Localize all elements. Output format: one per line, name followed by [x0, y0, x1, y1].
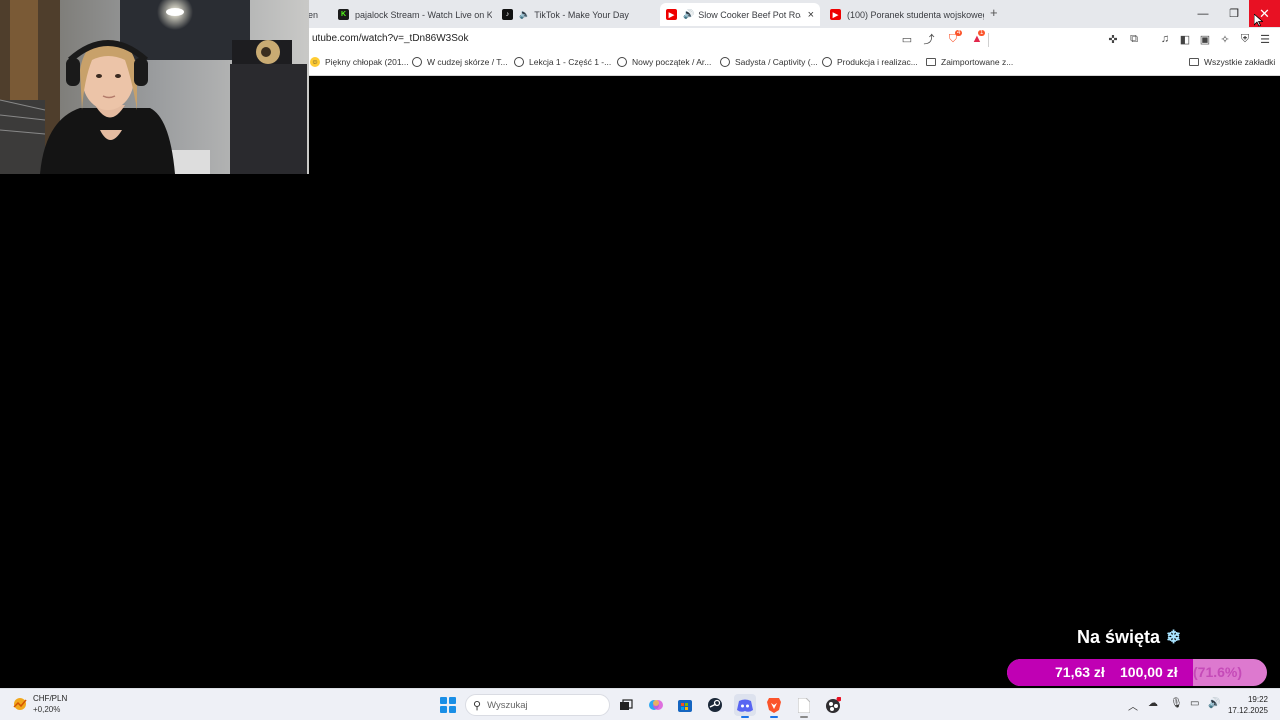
wallet-icon[interactable]: ▣	[1198, 32, 1212, 46]
bookmark-folder[interactable]: Zaimportowane z...	[926, 57, 1013, 67]
brave-browser-icon[interactable]	[763, 694, 785, 718]
extensions-icon[interactable]: ✜	[1106, 32, 1120, 46]
globe-icon	[514, 57, 524, 67]
globe-icon	[822, 57, 832, 67]
streamer-webcam-image	[0, 0, 309, 174]
task-view-icon[interactable]	[615, 694, 637, 716]
globe-icon	[412, 57, 422, 67]
taskbar-search[interactable]: ⚲ Wyszukaj	[465, 694, 610, 716]
webcam-overlay	[0, 0, 309, 174]
tab-youtube-active[interactable]: ▶ 🔊 Slow Cooker Beef Pot Roast R ×	[660, 3, 820, 26]
windows-taskbar: CHF/PLN +0,20% ⚲ Wyszukaj ︿ ☁ 🎙 ▭ 🔊 19:2…	[0, 688, 1280, 720]
search-icon: ⚲	[473, 699, 482, 712]
tab-youtube[interactable]: ▶ (100) Poranek studenta wojskowego	[824, 3, 984, 26]
bookmark-item[interactable]: Produkcja i realizac...	[822, 57, 918, 67]
tab-kick[interactable]: K pajalock Stream - Watch Live on Kick	[332, 3, 492, 26]
bookmark-item[interactable]: Sadysta / Captivity (...	[720, 57, 818, 67]
microphone-icon[interactable]: 🎙	[1170, 698, 1183, 709]
toolbar-separator	[988, 33, 989, 47]
audio-icon: 🔈	[519, 9, 531, 19]
kick-icon: K	[338, 9, 349, 20]
new-tab-button[interactable]: +	[990, 5, 998, 20]
close-tab-icon[interactable]: ×	[808, 9, 814, 21]
start-button[interactable]	[440, 697, 456, 713]
steam-icon[interactable]	[704, 694, 726, 716]
clock-date: 17.12.2025	[1227, 706, 1268, 715]
file-icon[interactable]	[793, 694, 815, 718]
taskbar-clock[interactable]: 19:22 17.12.2025	[1226, 694, 1268, 716]
youtube-icon: ▶	[830, 9, 841, 20]
screenshot-icon[interactable]: ⧉	[1127, 32, 1141, 46]
chevron-up-icon[interactable]: ︿	[1128, 698, 1138, 713]
donation-goal-title: Na święta ❄	[1077, 627, 1182, 647]
goal-target: 100,00 zł	[1120, 664, 1178, 680]
copilot-icon[interactable]	[645, 694, 667, 716]
mouse-cursor-icon	[1254, 14, 1263, 27]
bookmark-item[interactable]: Lekcja 1 - Część 1 -...	[514, 57, 611, 67]
store-icon[interactable]	[674, 694, 696, 716]
tab-tiktok[interactable]: ♪ 🔈 TikTok - Make Your Day	[496, 3, 656, 26]
volume-icon[interactable]: 🔊	[1208, 698, 1220, 709]
goal-current: 71,63 zł	[1055, 664, 1105, 680]
media-icon[interactable]: ♫	[1158, 32, 1172, 46]
youtube-icon: ▶	[666, 9, 677, 20]
clock-time: 19:22	[1247, 695, 1268, 704]
onedrive-icon[interactable]: ☁	[1148, 698, 1158, 709]
minimize-button[interactable]: —	[1186, 0, 1220, 27]
cast-icon[interactable]: ▭	[900, 32, 914, 46]
share-icon[interactable]: ⤴	[922, 32, 936, 46]
widget-currency-change: +0,20%	[33, 705, 61, 714]
all-bookmarks-folder[interactable]: Wszystkie zakładki	[1189, 57, 1275, 67]
vpn-icon[interactable]: ⛨	[1238, 32, 1252, 46]
globe-icon	[617, 57, 627, 67]
goal-percent: (71.6%)	[1193, 664, 1243, 680]
bookmark-item[interactable]: W cudzej skórze / T...	[412, 57, 508, 67]
audio-icon[interactable]: 🔊	[683, 9, 694, 20]
folder-icon	[1189, 58, 1199, 66]
bookmark-item[interactable]: ☺ Piękny chłopak (201...	[310, 57, 409, 67]
rewards-badge: 1	[978, 30, 986, 36]
folder-icon	[926, 58, 936, 66]
snowflake-icon: ❄	[1166, 627, 1182, 647]
leo-ai-icon[interactable]: ✧	[1218, 32, 1232, 46]
tiktok-icon: ♪	[502, 9, 513, 20]
sidebar-icon[interactable]: ◧	[1178, 32, 1192, 46]
chart-widget-icon[interactable]	[12, 697, 28, 711]
bookmark-item[interactable]: Nowy początek / Ar...	[617, 57, 711, 67]
screen: en K pajalock Stream - Watch Live on Kic…	[0, 0, 1280, 720]
url-field[interactable]: utube.com/watch?v=_tDn86W3Sok	[312, 33, 468, 44]
globe-icon	[720, 57, 730, 67]
restore-button[interactable]: ❐	[1217, 0, 1251, 27]
menu-icon[interactable]: ☰	[1258, 32, 1272, 46]
shield-count-badge: 4	[955, 30, 963, 36]
donation-goal-bar: 71,63 zł 100,00 zł (71.6%)	[1007, 659, 1267, 686]
discord-icon[interactable]	[734, 694, 756, 718]
obs-icon[interactable]	[822, 694, 844, 716]
network-icon[interactable]: ▭	[1190, 698, 1199, 709]
emoji-icon: ☺	[310, 57, 320, 67]
widget-currency-pair[interactable]: CHF/PLN	[33, 694, 67, 703]
